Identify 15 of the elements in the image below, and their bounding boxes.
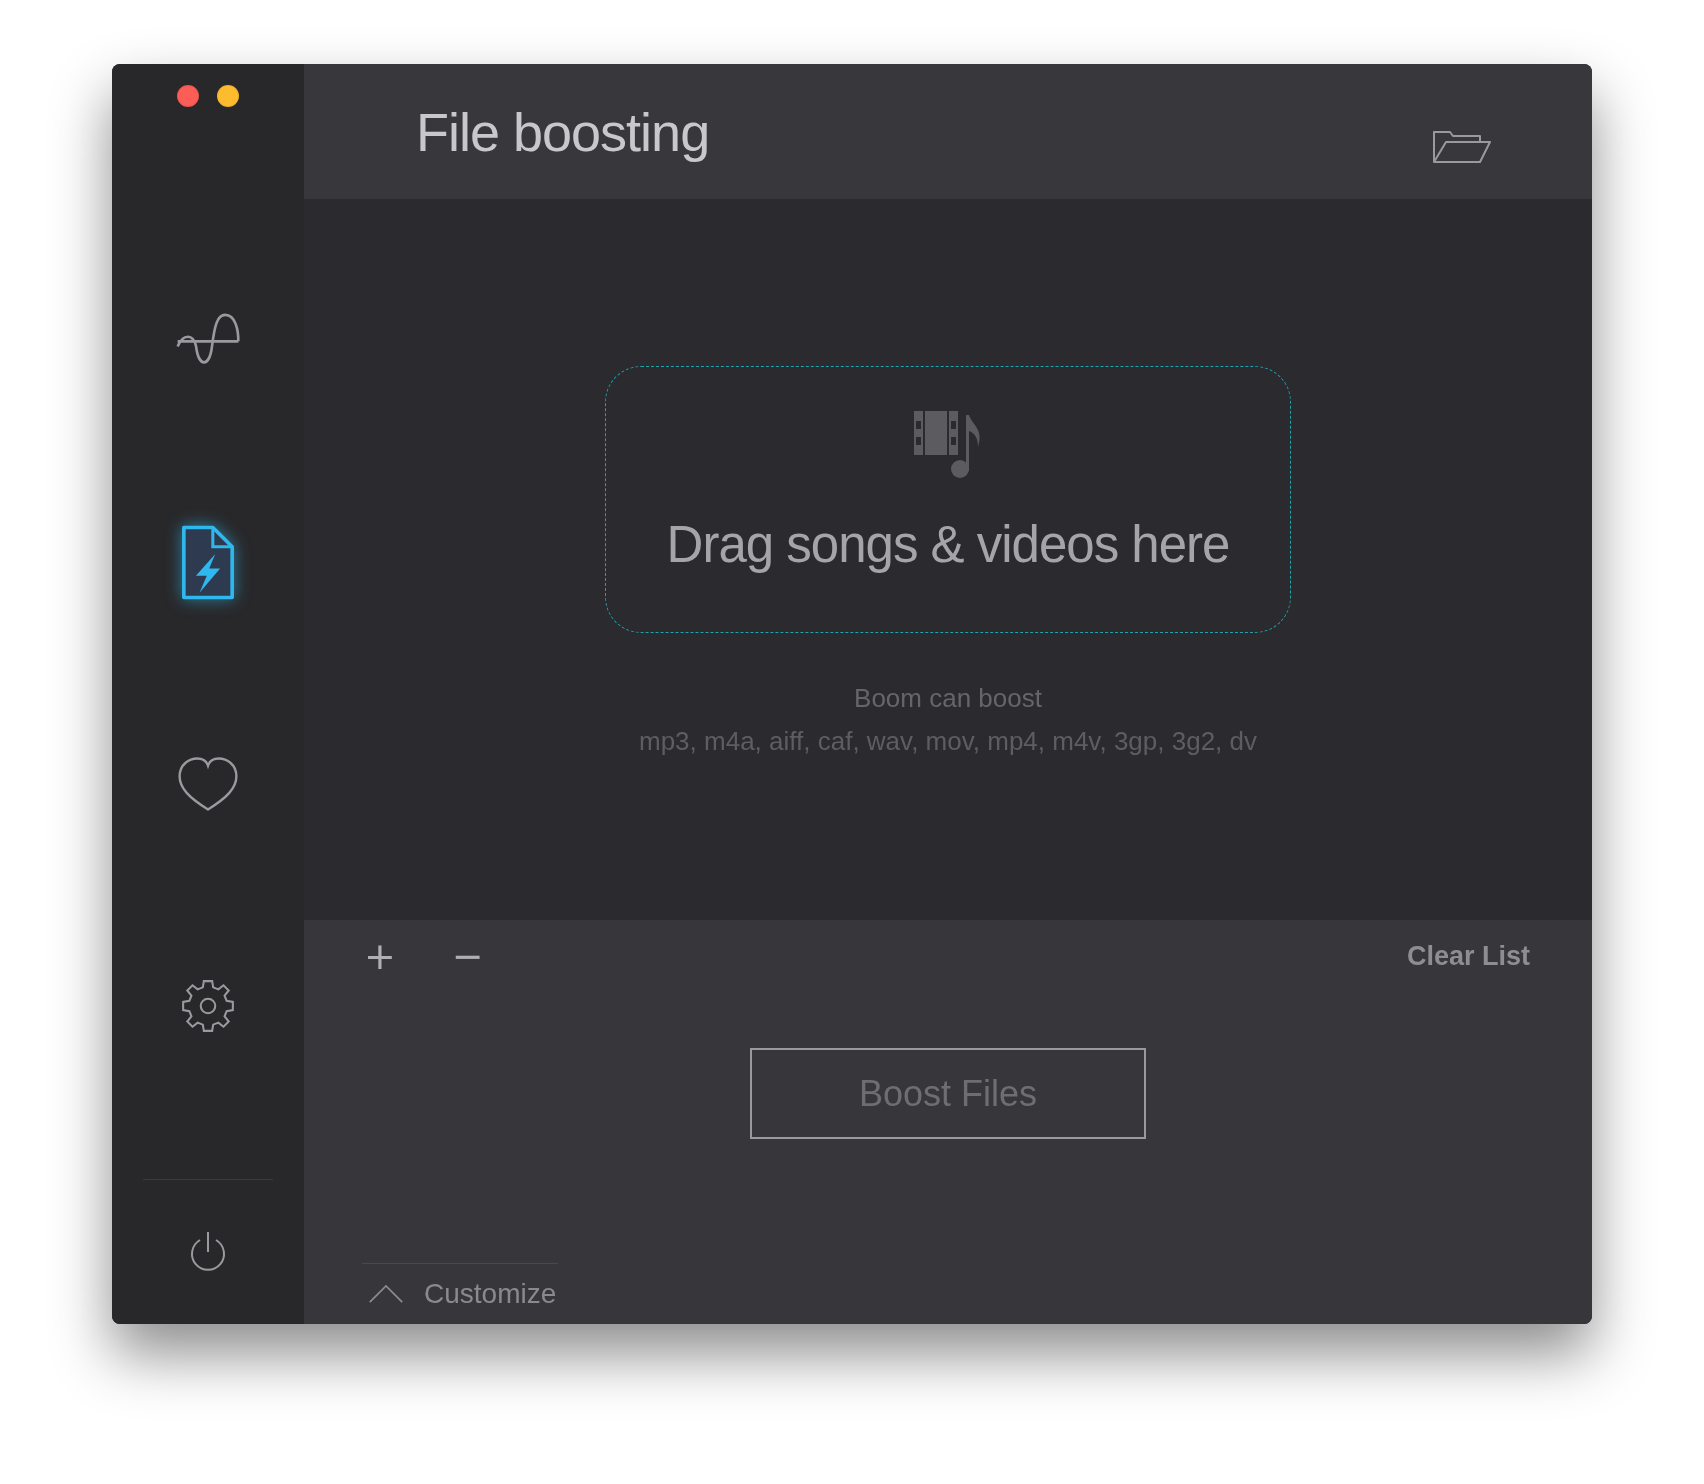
file-lightning-icon[interactable] bbox=[179, 524, 237, 600]
settings-icon[interactable] bbox=[179, 977, 237, 1035]
clear-list-button[interactable]: Clear List bbox=[1406, 940, 1530, 972]
remove-button[interactable]: − bbox=[441, 934, 494, 978]
customize-button[interactable]: Customize bbox=[362, 1278, 557, 1310]
drop-zone[interactable]: Drag songs & videos here bbox=[605, 366, 1291, 633]
add-button[interactable]: + bbox=[354, 934, 406, 978]
close-button[interactable] bbox=[177, 85, 199, 107]
drop-instruction: Drag songs & videos here bbox=[666, 515, 1230, 574]
power-icon[interactable] bbox=[188, 1230, 228, 1274]
minimize-button[interactable] bbox=[217, 85, 239, 107]
page-title: File boosting bbox=[416, 100, 711, 163]
supported-caption: Boom can boost bbox=[854, 683, 1042, 714]
chevron-icon bbox=[368, 1284, 404, 1304]
heart-icon[interactable] bbox=[177, 755, 239, 813]
